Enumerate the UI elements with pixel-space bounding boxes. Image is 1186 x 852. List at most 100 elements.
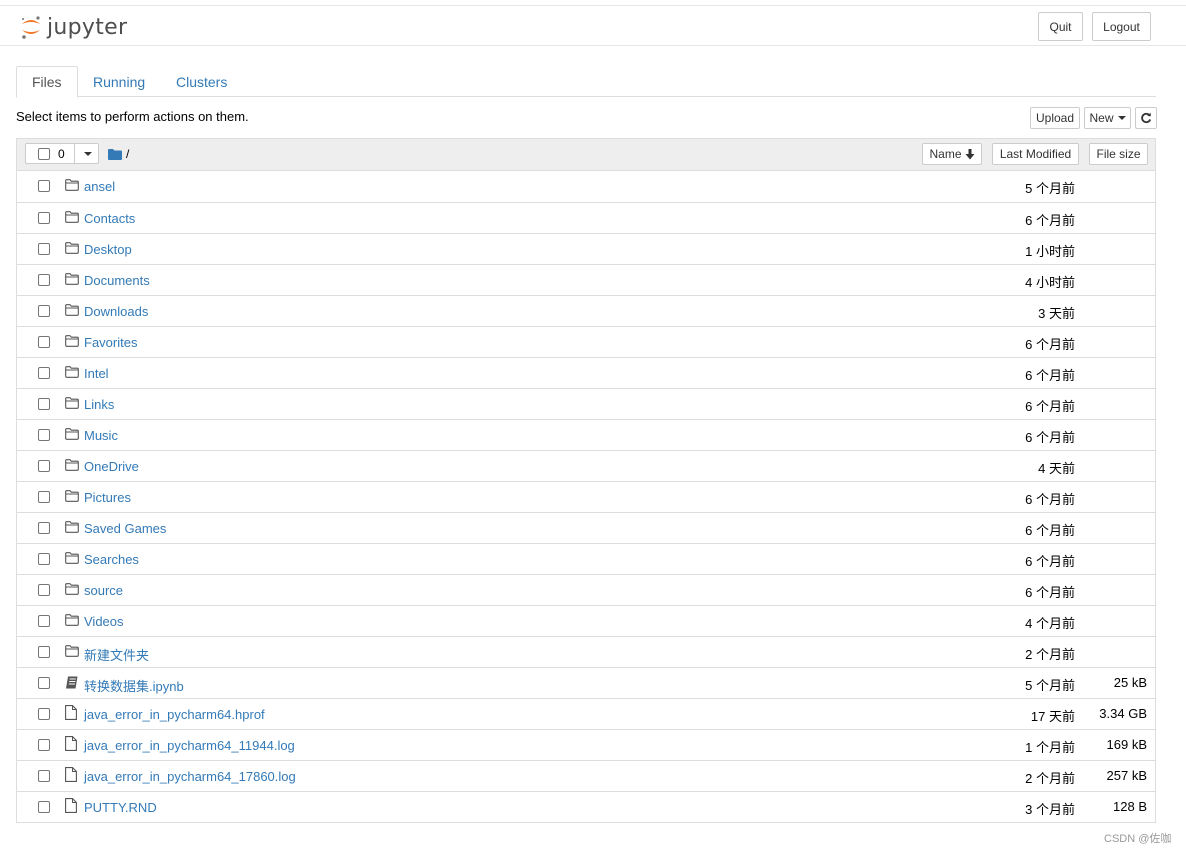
item-name-link[interactable]: ansel	[84, 179, 115, 194]
item-name-link[interactable]: Links	[84, 397, 114, 412]
row-checkbox[interactable]	[38, 212, 50, 224]
list-item[interactable]: java_error_in_pycharm64_11944.log 1 个月前 16…	[17, 729, 1155, 760]
row-checkbox[interactable]	[38, 739, 50, 751]
file-icon	[65, 736, 79, 751]
row-checkbox[interactable]	[38, 646, 50, 658]
list-item[interactable]: OneDrive 4 天前	[17, 450, 1155, 481]
item-name-link[interactable]: Music	[84, 428, 118, 443]
row-checkbox[interactable]	[38, 367, 50, 379]
item-name-link[interactable]: java_error_in_pycharm64_17860.log	[84, 769, 296, 784]
item-name-link[interactable]: java_error_in_pycharm64.hprof	[84, 707, 265, 722]
folder-icon	[65, 304, 79, 318]
list-item[interactable]: Music 6 个月前	[17, 419, 1155, 450]
row-checkbox[interactable]	[38, 460, 50, 472]
row-checkbox[interactable]	[38, 677, 50, 689]
row-checkbox[interactable]	[38, 336, 50, 348]
item-modified: 17 天前	[1030, 709, 1075, 724]
row-checkbox[interactable]	[38, 522, 50, 534]
row-checkbox[interactable]	[38, 584, 50, 596]
list-item[interactable]: 新建文件夹 2 个月前	[17, 636, 1155, 667]
new-button[interactable]: New	[1084, 107, 1131, 129]
row-checkbox[interactable]	[38, 615, 50, 627]
upload-button[interactable]: Upload	[1030, 107, 1080, 129]
item-name-link[interactable]: Searches	[84, 552, 139, 567]
item-name-link[interactable]: PUTTY.RND	[84, 800, 157, 815]
item-modified: 6 个月前	[1025, 213, 1075, 228]
item-name-link[interactable]: 新建文件夹	[84, 645, 149, 664]
row-checkbox[interactable]	[38, 801, 50, 813]
folder-icon	[65, 179, 79, 193]
list-header: 0 / Name Last Modified File size	[17, 139, 1155, 171]
sort-by-size-button[interactable]: File size	[1089, 143, 1148, 165]
item-modified: 1 个月前	[1025, 740, 1075, 755]
list-item[interactable]: Links 6 个月前	[17, 388, 1155, 419]
item-name-link[interactable]: Downloads	[84, 304, 148, 319]
row-checkbox[interactable]	[38, 180, 50, 192]
refresh-button[interactable]	[1135, 107, 1157, 129]
list-item[interactable]: java_error_in_pycharm64_17860.log 2 个月前 25…	[17, 760, 1155, 791]
file-icon	[65, 705, 79, 720]
folder-icon	[65, 273, 79, 287]
select-all-group[interactable]: 0	[25, 143, 99, 164]
select-all-checkbox[interactable]	[38, 148, 50, 160]
row-checkbox[interactable]	[38, 243, 50, 255]
list-item[interactable]: ansel 5 个月前	[17, 171, 1155, 202]
selected-count: 0	[58, 147, 65, 161]
list-item[interactable]: Pictures 6 个月前	[17, 481, 1155, 512]
tab-running[interactable]: Running	[78, 66, 160, 97]
item-name-link[interactable]: Desktop	[84, 242, 132, 257]
item-name-link[interactable]: Contacts	[84, 211, 135, 226]
tab-bar: Files Running Clusters	[16, 66, 1156, 98]
item-modified: 4 小时前	[1025, 275, 1075, 290]
row-checkbox[interactable]	[38, 708, 50, 720]
folder-icon	[65, 521, 79, 535]
logout-button[interactable]: Logout	[1092, 12, 1151, 41]
list-item[interactable]: PUTTY.RND 3 个月前 128 B	[17, 791, 1155, 822]
item-name-link[interactable]: 转换数据集.ipynb	[84, 676, 184, 695]
tab-clusters[interactable]: Clusters	[161, 66, 242, 97]
list-item[interactable]: Favorites 6 个月前	[17, 326, 1155, 357]
quit-button[interactable]: Quit	[1038, 12, 1083, 41]
item-modified: 5 个月前	[1025, 678, 1075, 693]
caret-down-icon	[83, 151, 92, 156]
notebook-icon	[65, 676, 79, 690]
row-checkbox[interactable]	[38, 398, 50, 410]
list-item[interactable]: Desktop 1 小时前	[17, 233, 1155, 264]
list-item[interactable]: Documents 4 小时前	[17, 264, 1155, 295]
item-name-link[interactable]: Documents	[84, 273, 150, 288]
item-name-link[interactable]: OneDrive	[84, 459, 139, 474]
list-item[interactable]: Searches 6 个月前	[17, 543, 1155, 574]
list-item[interactable]: Intel 6 个月前	[17, 357, 1155, 388]
list-item[interactable]: Downloads 3 天前	[17, 295, 1155, 326]
row-checkbox[interactable]	[38, 491, 50, 503]
select-dropdown-button[interactable]	[74, 144, 100, 163]
item-modified: 6 个月前	[1025, 430, 1075, 445]
jupyter-logo[interactable]: jupyter	[20, 13, 127, 41]
row-checkbox[interactable]	[38, 305, 50, 317]
list-item[interactable]: source 6 个月前	[17, 574, 1155, 605]
item-name-link[interactable]: Pictures	[84, 490, 131, 505]
folder-icon	[65, 335, 79, 349]
file-list: 0 / Name Last Modified File size ansel 5 …	[16, 138, 1156, 823]
item-modified: 4 天前	[1038, 461, 1075, 476]
row-checkbox[interactable]	[38, 274, 50, 286]
sort-by-name-button[interactable]: Name	[922, 143, 982, 165]
sort-by-modified-button[interactable]: Last Modified	[992, 143, 1079, 165]
list-item[interactable]: 转换数据集.ipynb 5 个月前 25 kB	[17, 667, 1155, 698]
item-name-link[interactable]: Intel	[84, 366, 109, 381]
folder-icon	[65, 397, 79, 411]
list-item[interactable]: Saved Games 6 个月前	[17, 512, 1155, 543]
breadcrumb[interactable]: /	[108, 147, 129, 161]
item-name-link[interactable]: Saved Games	[84, 521, 166, 536]
item-name-link[interactable]: java_error_in_pycharm64_11944.log	[84, 738, 295, 753]
row-checkbox[interactable]	[38, 770, 50, 782]
item-name-link[interactable]: Favorites	[84, 335, 137, 350]
row-checkbox[interactable]	[38, 429, 50, 441]
list-item[interactable]: Videos 4 个月前	[17, 605, 1155, 636]
item-name-link[interactable]: Videos	[84, 614, 124, 629]
list-item[interactable]: java_error_in_pycharm64.hprof 17 天前 3.34 G…	[17, 698, 1155, 729]
row-checkbox[interactable]	[38, 553, 50, 565]
list-item[interactable]: Contacts 6 个月前	[17, 202, 1155, 233]
item-name-link[interactable]: source	[84, 583, 123, 598]
tab-files[interactable]: Files	[16, 66, 78, 98]
